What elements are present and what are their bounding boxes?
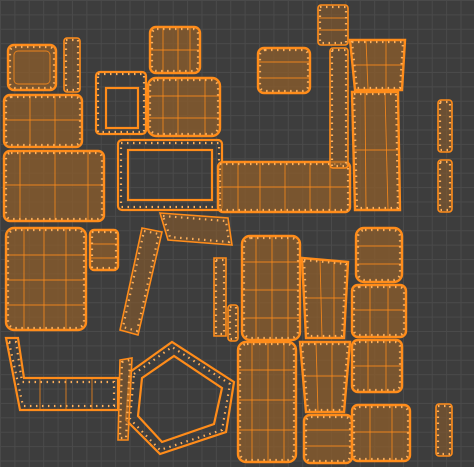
uv-island[interactable]	[2, 149, 106, 223]
uv-island[interactable]	[354, 226, 404, 284]
uv-editor-canvas[interactable]	[0, 0, 474, 467]
uv-island[interactable]	[88, 228, 120, 272]
uv-island[interactable]	[240, 234, 302, 342]
uv-island[interactable]	[158, 212, 233, 246]
uv-island[interactable]	[298, 340, 352, 414]
uv-island[interactable]	[302, 413, 354, 465]
uv-island[interactable]	[317, 4, 349, 46]
uv-island[interactable]	[213, 257, 227, 337]
uv-island[interactable]	[6, 43, 58, 92]
uv-island[interactable]	[4, 336, 120, 412]
uv-island[interactable]	[148, 25, 202, 75]
uv-island[interactable]	[348, 38, 407, 92]
uv-island[interactable]	[227, 304, 239, 342]
uv-island[interactable]	[329, 47, 349, 169]
uv-island[interactable]	[300, 256, 350, 340]
uv-island[interactable]	[437, 99, 453, 153]
uv-islands[interactable]	[0, 0, 474, 467]
uv-island[interactable]	[236, 340, 298, 464]
uv-island[interactable]	[117, 357, 133, 441]
uv-island[interactable]	[216, 160, 352, 214]
uv-island[interactable]	[116, 138, 224, 212]
uv-island[interactable]	[4, 226, 88, 332]
uv-island[interactable]	[437, 159, 453, 213]
uv-island[interactable]	[63, 37, 81, 93]
uv-island[interactable]	[2, 93, 84, 149]
uv-island[interactable]	[435, 403, 453, 457]
uv-island[interactable]	[256, 46, 312, 95]
uv-island[interactable]	[350, 283, 408, 339]
uv-island[interactable]	[146, 76, 222, 138]
uv-island[interactable]	[94, 70, 148, 136]
uv-island[interactable]	[119, 227, 163, 336]
uv-island[interactable]	[350, 90, 402, 212]
uv-island[interactable]	[350, 403, 412, 463]
uv-island[interactable]	[350, 338, 404, 394]
uv-island[interactable]	[124, 340, 236, 456]
